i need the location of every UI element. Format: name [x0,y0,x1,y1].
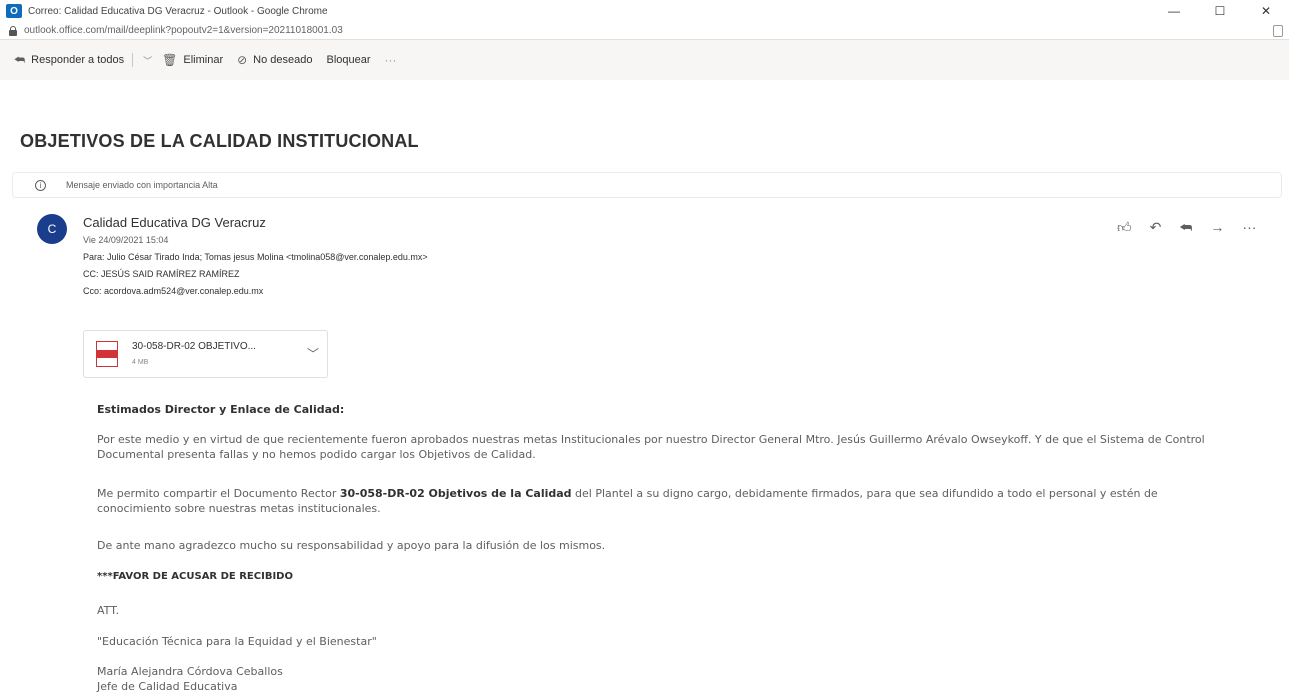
importance-text: Mensaje enviado con importancia Alta [66,180,218,190]
cc-recipients: CC: JESÚS SAID RAMÍREZ RAMÍREZ [83,269,240,279]
bcc-label: Cco: [83,286,102,296]
trash-icon: 🗑 [162,53,178,67]
reply-all-icon: ⮪ [14,52,26,67]
document-reference: 30-058-DR-02 Objetivos de la Calidad [339,487,572,500]
window-controls: — ☐ ✕ [1151,0,1289,22]
to-label: Para: [83,252,105,262]
message-actions: 👍︎ ↶ ⮪ → ··· [1117,219,1256,236]
bcc-recipients: Cco: acordova.adm524@ver.conalep.edu.mx [83,286,263,296]
minimize-button[interactable]: — [1151,0,1197,22]
message-date: Vie 24/09/2021 15:04 [83,235,169,245]
toolbar-divider [132,53,134,67]
body-paragraph-2-start: Me permito compartir el Documento Rector [97,487,340,500]
command-bar: ⮪ Responder a todos ﹀ 🗑 Eliminar ⊘ No de… [0,40,1289,80]
attachment-name: 30-058-DR-02 OBJETIVO... [132,341,256,352]
delete-label: Eliminar [183,54,224,66]
like-icon[interactable]: 👍︎ [1117,219,1132,236]
forward-icon[interactable]: → [1210,219,1224,236]
window-title-bar: O Correo: Calidad Educativa DG Veracruz … [0,0,1289,22]
subject-card: OBJETIVOS DE LA CALIDAD INSTITUCIONAL [12,118,1282,162]
more-options-icon[interactable]: ··· [385,53,397,67]
cc-label: CC: [83,269,99,279]
signature-motto: "Educación Técnica para la Equidad y el … [97,635,377,648]
bcc-value[interactable]: acordova.adm524@ver.conalep.edu.mx [104,286,263,296]
sender-avatar[interactable]: C [37,214,67,244]
pdf-file-icon [96,341,118,367]
reply-all-label: Responder a todos [31,54,125,66]
close-button[interactable]: ✕ [1243,0,1289,22]
sender-name[interactable]: Calidad Educativa DG Veracruz [83,215,266,230]
outlook-app-icon: O [6,4,22,18]
attachment-options-chevron-icon[interactable]: ﹀ [307,345,319,362]
signature-role: Jefe de Calidad Educativa [97,680,238,693]
reply-all-small-icon[interactable]: ⮪ [1179,219,1192,236]
message-subject: OBJETIVOS DE LA CALIDAD INSTITUCIONAL [20,131,419,151]
body-paragraph-3: De ante mano agradezco mucho su responsa… [97,539,606,552]
info-icon: i [35,179,46,191]
body-paragraph-2: Me permito compartir el Documento Rector… [97,486,1227,516]
address-bar[interactable]: outlook.office.com/mail/deeplink?popoutv… [0,22,1289,40]
reply-all-button[interactable]: ⮪ Responder a todos [14,53,124,68]
to-recipients: Para: Julio César Tirado Inda; Tomas jes… [83,252,428,262]
page-action-icon[interactable] [1273,25,1283,37]
reply-icon[interactable]: ↶ [1150,219,1162,236]
prohibited-icon: ⊘ [237,53,248,67]
block-label: Bloquear [326,54,371,66]
body-paragraph-1: Por este medio y en virtud de que recien… [97,433,1205,461]
acknowledge-request: ***FAVOR DE ACUSAR DE RECIBIDO [97,571,293,582]
signature-name: María Alejandra Córdova Ceballos [97,665,283,678]
delete-button[interactable]: 🗑 Eliminar [162,53,223,67]
junk-button[interactable]: ⊘ No deseado [237,53,312,67]
attachment-card[interactable]: 30-058-DR-02 OBJETIVO... 4 MB ﹀ [83,330,328,378]
to-value[interactable]: Julio César Tirado Inda; Tomas jesus Mol… [107,252,428,262]
cc-value[interactable]: JESÚS SAID RAMÍREZ RAMÍREZ [101,269,240,279]
block-button[interactable]: Bloquear [327,54,371,66]
body-greeting: Estimados Director y Enlace de Calidad: [97,403,345,416]
lock-icon[interactable] [8,25,18,36]
signature-att: ATT. [97,604,120,617]
url-text[interactable]: outlook.office.com/mail/deeplink?popoutv… [24,25,343,36]
importance-banner: i Mensaje enviado con importancia Alta [12,172,1282,198]
maximize-button[interactable]: ☐ [1197,0,1243,22]
attachment-size: 4 MB [132,359,149,366]
more-actions-icon[interactable]: ··· [1242,219,1256,236]
reply-options-chevron-icon[interactable]: ﹀ [143,54,152,67]
junk-label: No deseado [253,54,313,66]
window-title: Correo: Calidad Educativa DG Veracruz - … [28,5,328,17]
